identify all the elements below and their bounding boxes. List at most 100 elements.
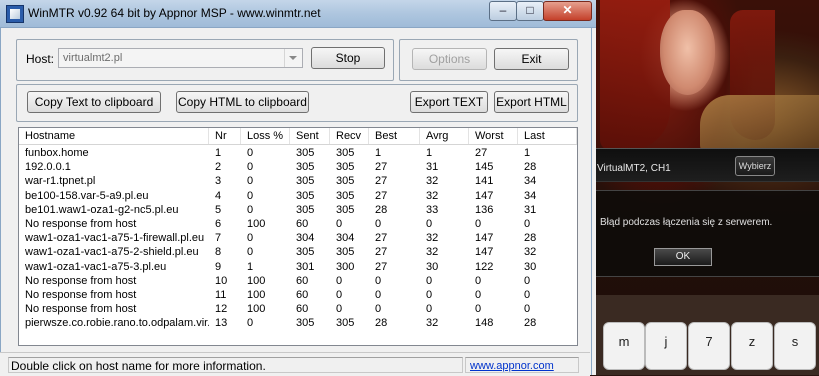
table-cell: 305	[296, 189, 315, 202]
table-cell: 136	[475, 203, 494, 216]
column-header-sent[interactable]: Sent	[290, 128, 330, 144]
table-cell: 305	[336, 147, 355, 159]
choose-server-button[interactable]: Wybierz	[735, 156, 775, 176]
table-cell: 34	[524, 189, 537, 202]
table-cell: 0	[475, 274, 482, 287]
table-cell: 100	[247, 274, 266, 287]
game-window: VirtualMT2, CH1 Wybierz Błąd podczas łąc…	[590, 0, 819, 375]
hostname-cell: war-r1.tpnet.pl	[25, 175, 96, 188]
table-row[interactable]: 192.0.0.1 2 0 305 305 27 31 145 28	[19, 160, 577, 174]
table-cell: 1	[426, 147, 433, 159]
table-row[interactable]: be100-158.var-5-a9.pl.eu 4 0 305 305 27 32 147 3…	[19, 189, 577, 203]
table-cell: 28	[524, 232, 537, 245]
chevron-down-icon[interactable]	[284, 49, 302, 67]
table-cell: 0	[524, 218, 531, 230]
column-header-worst[interactable]: Worst	[469, 128, 518, 144]
key-s[interactable]: s	[774, 322, 816, 370]
options-button[interactable]: Options	[412, 48, 487, 70]
maximize-button[interactable]: □	[516, 1, 544, 21]
table-cell: 305	[336, 175, 355, 188]
hostname-cell: waw1-oza1-vac1-a75-3.pl.eu	[25, 260, 167, 273]
column-header-best[interactable]: Best	[369, 128, 420, 144]
table-cell: 60	[296, 274, 309, 287]
server-name: VirtualMT2, CH1	[597, 163, 671, 174]
table-row[interactable]: waw1-oza1-vac1-a75-2-shield.pl.eu 8 0 305 30…	[19, 245, 577, 259]
key-z[interactable]: z	[731, 322, 773, 370]
table-row[interactable]: funbox.home 1 0 305 305 1 1 27 1	[19, 146, 577, 160]
key-m[interactable]: m	[603, 322, 645, 370]
table-row[interactable]: No response from host 10 100 60 0 0 0 0 0	[19, 274, 577, 288]
table-cell: 32	[426, 246, 439, 259]
hostname-cell: waw1-oza1-vac1-a75-1-firewall.pl.eu	[25, 232, 205, 245]
table-cell: 145	[475, 161, 494, 174]
table-cell: 0	[524, 289, 531, 301]
close-button[interactable]: ✕	[543, 1, 592, 21]
table-cell: 141	[475, 175, 494, 188]
table-cell: 305	[296, 203, 315, 216]
hostname-cell: be100-158.var-5-a9.pl.eu	[25, 189, 149, 202]
table-row[interactable]: waw1-oza1-vac1-a75-1-firewall.pl.eu 7 0 304…	[19, 231, 577, 245]
host-combobox[interactable]: virtualmt2.pl	[58, 48, 303, 68]
table-cell: 60	[296, 303, 309, 316]
column-header-loss[interactable]: Loss %	[241, 128, 290, 144]
table-cell: 28	[375, 317, 388, 330]
table-cell: 0	[247, 147, 254, 159]
export-html-button[interactable]: Export HTML	[494, 91, 569, 113]
export-text-button[interactable]: Export TEXT	[410, 91, 488, 113]
copy-html-button[interactable]: Copy HTML to clipboard	[176, 91, 309, 113]
table-cell: 0	[336, 303, 343, 316]
table-cell: 32	[426, 232, 439, 245]
table-cell: 0	[426, 289, 433, 301]
table-cell: 27	[375, 246, 388, 259]
table-cell: 148	[475, 317, 494, 330]
hostname-cell: pierwsze.co.robie.rano.to.odpalam.vir...	[25, 317, 209, 330]
appnor-link[interactable]: www.appnor.com	[465, 357, 579, 373]
table-cell: 27	[475, 147, 488, 159]
column-header-last[interactable]: Last	[518, 128, 577, 144]
hostname-cell: funbox.home	[25, 147, 89, 159]
table-cell: 9	[215, 260, 222, 273]
table-cell: 32	[426, 175, 439, 188]
key-j[interactable]: j	[645, 322, 687, 370]
table-row[interactable]: No response from host 11 100 60 0 0 0 0 0	[19, 288, 577, 302]
table-cell: 305	[336, 161, 355, 174]
error-message: Błąd podczas łączenia się z serwerem.	[600, 217, 773, 228]
ok-button[interactable]: OK	[654, 248, 712, 266]
table-cell: 13	[215, 317, 228, 330]
table-cell: 0	[375, 303, 382, 316]
hostname-cell: No response from host	[25, 218, 137, 230]
status-bar: Double click on host name for more infor…	[0, 352, 590, 376]
table-cell: 0	[247, 189, 254, 202]
table-cell: 304	[296, 232, 315, 245]
stop-button[interactable]: Stop	[311, 47, 385, 69]
table-cell: 305	[296, 147, 315, 159]
title-bar[interactable]: WinMTR v0.92 64 bit by Appnor MSP - www.…	[0, 0, 596, 28]
column-header-avrg[interactable]: Avrg	[420, 128, 469, 144]
table-cell: 30	[524, 260, 537, 273]
table-row[interactable]: No response from host 6 100 60 0 0 0 0 0	[19, 217, 577, 231]
character-armor	[700, 95, 819, 155]
table-row[interactable]: waw1-oza1-vac1-a75-3.pl.eu 9 1 301 300 27 30 12…	[19, 260, 577, 274]
table-cell: 32	[426, 189, 439, 202]
minimize-button[interactable]: –	[489, 1, 517, 21]
column-header-recv[interactable]: Recv	[330, 128, 369, 144]
key-7[interactable]: 7	[688, 322, 730, 370]
table-cell: 28	[524, 161, 537, 174]
results-table[interactable]: Hostname Nr Loss % Sent Recv Best Avrg Worst Las…	[18, 127, 578, 346]
table-cell: 0	[336, 289, 343, 301]
table-row[interactable]: war-r1.tpnet.pl 3 0 305 305 27 32 141 34	[19, 174, 577, 188]
table-row[interactable]: be101.waw1-oza1-g2-nc5.pl.eu 5 0 305 305 28 33…	[19, 203, 577, 217]
column-header-hostname[interactable]: Hostname	[19, 128, 209, 144]
table-cell: 5	[215, 203, 222, 216]
exit-button[interactable]: Exit	[494, 48, 569, 70]
column-header-nr[interactable]: Nr	[209, 128, 241, 144]
table-row[interactable]: No response from host 12 100 60 0 0 0 0 0	[19, 302, 577, 316]
table-cell: 0	[375, 289, 382, 301]
hostname-cell: No response from host	[25, 289, 137, 301]
table-cell: 147	[475, 246, 494, 259]
table-cell: 305	[296, 246, 315, 259]
table-row[interactable]: pierwsze.co.robie.rano.to.odpalam.vir...…	[19, 316, 577, 330]
copy-text-button[interactable]: Copy Text to clipboard	[27, 91, 161, 113]
table-cell: 12	[215, 303, 228, 316]
table-cell: 34	[524, 175, 537, 188]
